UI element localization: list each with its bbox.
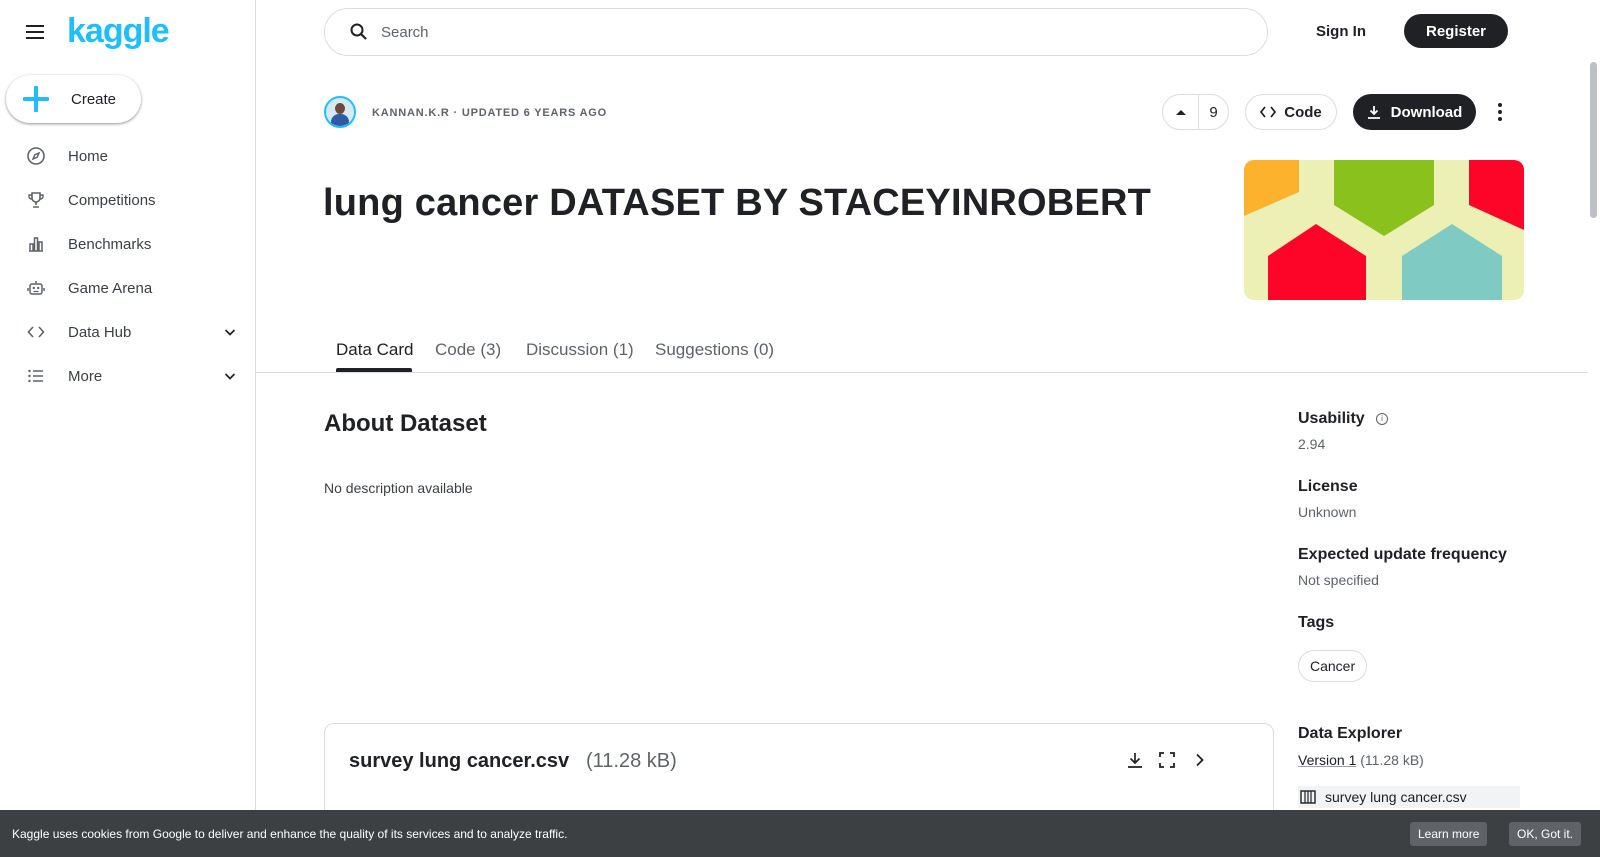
file-size: (11.28 kB) [586, 750, 677, 772]
download-icon[interactable] [1125, 750, 1145, 770]
search-input[interactable] [381, 23, 1181, 41]
sidebar-item-home[interactable]: Home [0, 134, 256, 178]
sidebar-item-benchmarks[interactable]: Benchmarks [0, 222, 256, 266]
download-button[interactable]: Download [1353, 94, 1476, 130]
sidebar-nav: Home Competitions Benchmarks Game Arena … [0, 134, 256, 398]
fullscreen-icon[interactable] [1157, 750, 1177, 770]
kaggle-logo[interactable]: kaggle [67, 12, 170, 51]
vote-count: 9 [1209, 103, 1218, 121]
dataset-tabs: Data Card Code (3) Discussion (1) Sugges… [256, 332, 1588, 373]
trophy-icon [26, 190, 46, 210]
sidebar-item-more[interactable]: More [0, 354, 256, 398]
sidebar-item-label: Data Hub [68, 323, 132, 341]
download-icon [1367, 106, 1380, 119]
data-explorer-file[interactable]: survey lung cancer.csv [1298, 786, 1520, 808]
sidebar-item-label: Home [68, 147, 109, 165]
file-name: survey lung cancer.csv [349, 750, 570, 772]
code-button[interactable]: Code [1245, 94, 1337, 130]
tab-code[interactable]: Code (3) [435, 340, 501, 360]
page-scrollbar[interactable] [1590, 62, 1597, 218]
dataset-description: No description available [324, 480, 473, 496]
tag-chip-cancer[interactable]: Cancer [1298, 650, 1368, 682]
caret-up-icon [1175, 110, 1186, 115]
version-info: Version 1 (11.28 kB) [1298, 752, 1424, 768]
upvote-widget: 9 [1162, 94, 1229, 130]
sidebar-item-data-hub[interactable]: Data Hub [0, 310, 256, 354]
sidebar-item-label: More [68, 367, 103, 385]
chevron-down-icon[interactable] [222, 324, 238, 340]
about-heading: About Dataset [324, 410, 487, 437]
robot-icon [26, 278, 46, 298]
tags-label: Tags [1298, 614, 1335, 631]
bar-chart-icon [26, 234, 46, 254]
sidebar-item-label: Competitions [68, 191, 156, 209]
plus-icon [23, 86, 49, 112]
sign-in-button[interactable]: Sign In [1302, 14, 1380, 48]
code-icon [26, 322, 46, 342]
usability-label: Usability [1298, 410, 1365, 427]
info-icon[interactable]: i [1376, 413, 1388, 425]
dataset-cover-image [1244, 160, 1524, 300]
dataset-meta: KANNAN.K.R · UPDATED 6 YEARS AGO [372, 107, 608, 119]
code-icon [1260, 106, 1277, 118]
license-value: Unknown [1298, 504, 1357, 520]
chevron-down-icon[interactable] [222, 368, 238, 384]
table-icon [1300, 790, 1316, 804]
page-title: lung cancer DATASET BY STACEYINROBERT [323, 182, 1152, 224]
update-frequency-value: Not specified [1298, 572, 1379, 588]
create-label: Create [71, 90, 117, 108]
list-icon [26, 366, 46, 386]
search-icon [350, 23, 367, 40]
sidebar: kaggle Create Home Competitions Benchmar… [0, 0, 256, 857]
license-label: License [1298, 478, 1358, 495]
cookie-text: Kaggle uses cookies from Google to deliv… [12, 826, 568, 841]
file-actions [1125, 750, 1209, 770]
explorer-file-name: survey lung cancer.csv [1325, 789, 1467, 805]
create-button[interactable]: Create [6, 75, 141, 123]
cookie-ok-button[interactable]: OK, Got it. [1509, 822, 1582, 846]
compass-icon [26, 146, 46, 166]
tab-data-card[interactable]: Data Card [336, 340, 413, 360]
version-link[interactable]: Version 1 [1298, 752, 1356, 768]
search-bar[interactable] [324, 8, 1268, 56]
hamburger-menu-icon[interactable] [24, 22, 48, 42]
version-size: (11.28 kB) [1360, 752, 1424, 768]
more-options-icon[interactable] [1488, 98, 1512, 126]
register-button[interactable]: Register [1404, 14, 1508, 48]
sidebar-item-competitions[interactable]: Competitions [0, 178, 256, 222]
active-tab-indicator [336, 368, 412, 372]
upvote-button[interactable] [1163, 95, 1199, 129]
sidebar-item-label: Benchmarks [68, 235, 152, 253]
learn-more-button[interactable]: Learn more [1410, 822, 1488, 846]
code-label: Code [1284, 103, 1322, 121]
data-explorer-label: Data Explorer [1298, 725, 1403, 742]
update-frequency-label: Expected update frequency [1298, 546, 1507, 563]
usability-value: 2.94 [1298, 436, 1326, 452]
sidebar-item-label: Game Arena [68, 279, 153, 297]
chevron-right-icon[interactable] [1189, 750, 1209, 770]
tab-suggestions[interactable]: Suggestions (0) [655, 340, 774, 360]
avatar[interactable] [324, 96, 356, 128]
download-label: Download [1390, 103, 1463, 121]
tab-discussion[interactable]: Discussion (1) [526, 340, 634, 360]
cookie-banner: Kaggle uses cookies from Google to deliv… [0, 810, 1600, 857]
sidebar-item-game-arena[interactable]: Game Arena [0, 266, 256, 310]
